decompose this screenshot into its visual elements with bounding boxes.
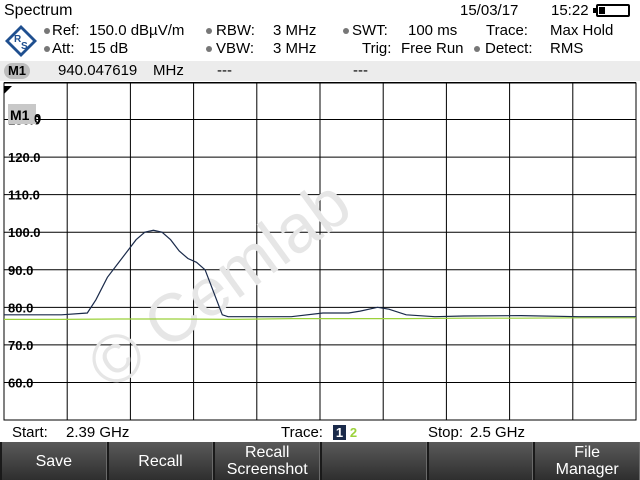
spectrum-plot[interactable]: © Cemlab 130.0120.0110.0100.090.080.070.… xyxy=(0,81,640,422)
y-top-label-partial: 0 xyxy=(34,111,41,126)
spectrum-chart: © Cemlab 130.0120.0110.0100.090.080.070.… xyxy=(3,81,637,421)
y-tick-label: 90.0 xyxy=(8,263,33,278)
softkey-4-button[interactable] xyxy=(320,442,427,480)
rs-logo-icon: R S xyxy=(5,25,37,57)
y-tick-label: 80.0 xyxy=(8,300,33,315)
y-tick-label: 100.0 xyxy=(8,225,41,240)
trace-select-label: Trace: xyxy=(281,424,323,441)
detect-dot xyxy=(474,46,480,52)
y-tick-label: 120.0 xyxy=(8,150,41,165)
softkey-5-button[interactable] xyxy=(426,442,534,480)
ref-label: Ref: xyxy=(52,22,80,39)
watermark-text: © Cemlab xyxy=(74,164,364,404)
trace-mode-value: Max Hold xyxy=(550,22,614,39)
swt-value: 100 ms xyxy=(408,22,458,39)
vbw-label: VBW: xyxy=(216,40,255,57)
start-label: Start: xyxy=(12,424,48,441)
y-tick-label: 60.0 xyxy=(8,375,33,390)
trace-2-selector[interactable]: 2 xyxy=(347,425,360,440)
trace-1-selector[interactable]: 1 xyxy=(333,425,346,440)
svg-text:S: S xyxy=(21,41,28,52)
ref-value: 150.0 dBµV/m xyxy=(89,22,185,39)
marker-delta: --- xyxy=(353,62,368,79)
plot-marker-label: M1 xyxy=(10,107,30,123)
att-value: 15 dB xyxy=(89,40,129,57)
status-header: Spectrum 15/03/17 15:22 R S Ref: 150.0 d… xyxy=(0,0,640,60)
y-tick-label: 110.0 xyxy=(8,188,40,203)
swt-label: SWT: xyxy=(352,22,388,39)
file-manager-button[interactable]: File Manager xyxy=(533,442,640,480)
vbw-dot xyxy=(206,46,212,52)
marker-unit: MHz xyxy=(153,62,184,79)
marker-badge[interactable]: M1 xyxy=(4,63,30,79)
softkey-bar: Save Recall Recall Screenshot File Manag… xyxy=(0,442,640,480)
recall-screenshot-button[interactable]: Recall Screenshot xyxy=(213,442,321,480)
time-text: 15:22 xyxy=(551,2,589,19)
vbw-value: 3 MHz xyxy=(273,40,317,57)
corner-marker-icon xyxy=(4,86,12,94)
recall-button[interactable]: Recall xyxy=(106,442,214,480)
date-text: 15/03/17 xyxy=(460,2,519,19)
ref-dot xyxy=(44,28,50,34)
start-value: 2.39 GHz xyxy=(66,424,130,441)
stop-value: 2.5 GHz xyxy=(470,424,526,441)
trig-value: Free Run xyxy=(401,40,464,57)
battery-icon xyxy=(593,4,630,17)
marker-frequency: 940.047619 xyxy=(58,62,138,79)
detect-value: RMS xyxy=(550,40,584,57)
rbw-label: RBW: xyxy=(216,22,255,39)
app-title: Spectrum xyxy=(4,2,73,19)
rbw-value: 3 MHz xyxy=(273,22,317,39)
trace-2-line xyxy=(4,317,636,321)
trace-mode-label: Trace: xyxy=(486,22,528,39)
y-axis-labels: 130.0120.0110.0100.090.080.070.060.0 xyxy=(8,113,41,391)
detect-label: Detect: xyxy=(485,40,533,57)
marker-level: --- xyxy=(217,62,232,79)
trig-label: Trig: xyxy=(362,40,392,57)
att-label: Att: xyxy=(52,40,75,57)
save-button[interactable]: Save xyxy=(0,442,107,480)
att-dot xyxy=(44,46,50,52)
stop-label: Stop: xyxy=(428,424,464,441)
y-tick-label: 70.0 xyxy=(8,338,33,353)
frequency-bar: Start: 2.39 GHz Trace: Stop: 2.5 GHz xyxy=(0,422,640,442)
swt-dot xyxy=(343,28,349,34)
rbw-dot xyxy=(206,28,212,34)
